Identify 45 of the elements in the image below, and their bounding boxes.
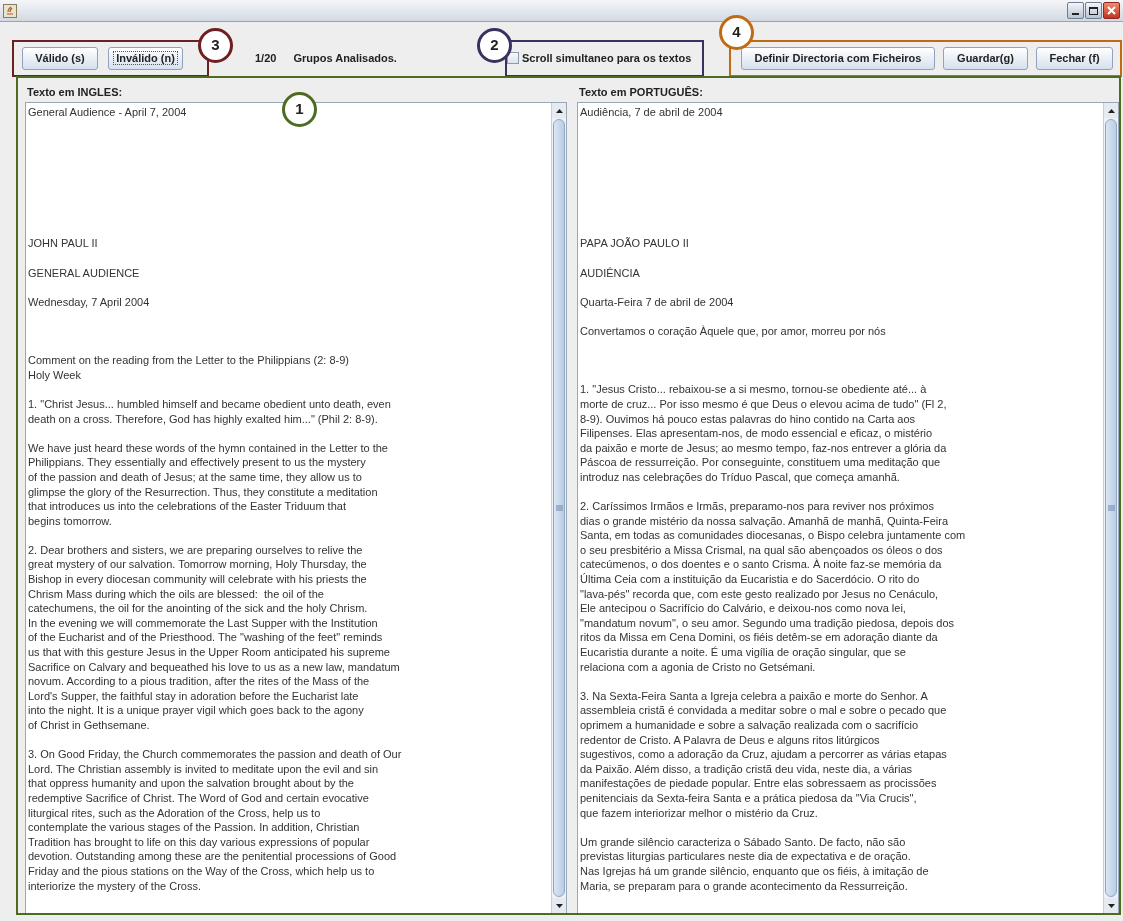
text-paragraph: Um grande silêncio caracteriza o Sábado Santo. De facto, não são previstas liturgias particulares neste dia de expectativa e de oração. Nas Igrejas há um grande silêncio, enquanto que os fiéis, à imitação de Maria, se preparam para o grande acontecimento da Ressurreição. xyxy=(580,834,929,894)
group-counter: 1/20 xyxy=(255,50,277,66)
panel-title: Texto em PORTUGUÊS: xyxy=(578,85,704,100)
minimize-button[interactable] xyxy=(1067,2,1084,19)
scrollbar[interactable] xyxy=(1103,103,1118,913)
text-paragraph: 1. "Jesus Cristo... rebaixou-se a si mesmo, tornou-se obediente até... à morte de cruz... Por isso mesmo é que Deus o elevou acima de tudo" (Fl 2, 8-9). Ouvimos há pouco estas palavras do hino contido na Carta aos Filipenses. Elas apresentam-nos, de modo essencial e eficaz, o mistério da paixão e morte de Jesus; ao mesmo tempo, faz-nos entrever a glória da Páscoa de ressurreição. Por conseguinte, constituem uma meditação que introduz nas celebrações do Tríduo Pascal, que começa amanhã. xyxy=(580,382,947,485)
text-paragraph: Audiência, 7 de abril de 2004 xyxy=(580,105,723,120)
panel-title: Texto em INGLES: xyxy=(26,85,124,100)
text-paragraph: Wednesday, 7 April 2004 xyxy=(28,294,150,310)
toolbar-button[interactable]: Fechar (f) xyxy=(1036,46,1113,70)
toolbar-button[interactable]: Guardar(g) xyxy=(943,46,1028,70)
text-paragraph: AUDIÊNCIA xyxy=(580,265,640,281)
close-icon xyxy=(1107,6,1116,15)
text-paragraph: We have just heard these words of the hymn contained in the Letter to the Philippians. They essentially and effectively present to us the mystery of the passion and death of Jesus; at the same time, they allow us to glimpse the glory of the Resurrection. Thus, they constitute a meditation that introduces us into the celebrations of the Easter Triduum that begins tomorrow. xyxy=(28,440,388,529)
text-paragraph: General Audience - April 7, 2004 xyxy=(28,105,187,120)
scroll-down-icon[interactable] xyxy=(1104,898,1118,913)
text-paragraph: GENERAL AUDIENCE xyxy=(28,265,140,281)
text-paragraph: 3. On Good Friday, the Church commemorates the passion and death of Our Lord. The Christian assembly is invited to meditate upon the evil and sin that oppress humanity and upon the salvation brought about by the redemptive Sacrifice of Christ. The Word of God and certain evocative liturgical rites, such as the Adoration of the Cross, help us to contemplate the various stages of the Passion. In addition, Christian Tradition has brought to life on this day various expressions of popular devotion. Outstanding among these are the penitential processions of Good Friday and the pious stations on the Way of the Cross, which help us to interiorize the mystery of the Cross. xyxy=(28,747,402,894)
toolbar-button[interactable]: Válido (s) xyxy=(22,46,98,70)
text-paragraph: Convertamos o coração Àquele que, por amor, morreu por nós xyxy=(580,323,886,339)
text-paragraph: PAPA JOÃO PAULO II xyxy=(580,236,689,251)
text-paragraph: 1. "Christ Jesus... humbled himself and became obedient unto death, even death on a cross. Therefore, God has highly exalted him..." (Phil 2: 8-9). xyxy=(28,396,391,427)
text-paragraph: 2. Caríssimos Irmãos e Irmãs, preparamo-nos para reviver nos próximos dias o grande mistério da nossa salvação. Amanhã de manhã, Quinta-Feira Santa, em todas as comunidades diocesanas, o Bispo celebra juntamente com o seu presbitério a Missa Crismal, na qual são abençoados os óleos o dos catecúmenos, o dos doentes e o santo Crisma. À noite faz-se memória da Última Ceia com a instituição da Eucaristia e do Sacerdócio. O rito do "lava-pés" recorda que, com este gesto realizado por Jesus no Cenáculo, Ele antecipou o Sacrifício do Calvário, e deixou-nos como nova lei, "mandatum novum", o seu amor. Segundo uma tradição piedosa, depois dos ritos da Missa em Cena Domini, os fiéis detêm-se em adoração diante da Eucaristia durante a noite. É uma vigília de oração singular, que se relaciona com a agonia de Cristo no Getsémani. xyxy=(580,499,966,675)
annotation-badge: 3 xyxy=(198,28,233,63)
text-paragraph: 2. Dear brothers and sisters, we are preparing ourselves to relive the great mystery of our salvation. Tomorrow morning, Holy Thursday, the Bishop in every diocesan community will celebrate with his priests the Chrism Mass during which the oils are blessed: the oil of the catechumens, the oil for the anointing of the sick and the holy Chrism. In the evening we will commemorate the Last Supper with the Institution of the Eucharist and of the Priesthood. The "washing of the feet" reminds us that with this gesture Jesus in the Upper Room anticipated his supreme Sacrifice on Calvary and bequeathed his love to us as a new law, mandatum novum. According to a pious tradition, after the rites of the Mass of the Lord's Supper, the faithful stay in adoration before the Eucharist late into the night. It is a unique prayer vigil which goes back to the agony of Christ in Gethsemane. xyxy=(28,542,400,733)
app-icon xyxy=(3,3,17,18)
close-button[interactable] xyxy=(1103,2,1120,19)
checkbox-label[interactable]: Scroll simultaneo para os textos xyxy=(521,49,692,67)
maximize-button[interactable] xyxy=(1085,2,1102,19)
scroll-thumb[interactable] xyxy=(1105,119,1117,897)
scroll-thumb[interactable] xyxy=(553,119,565,897)
text-paragraph: JOHN PAUL II xyxy=(28,236,98,251)
text-paragraph: Quarta-Feira 7 de abril de 2004 xyxy=(580,294,734,310)
scroll-down-icon[interactable] xyxy=(552,898,566,913)
scroll-up-icon[interactable] xyxy=(552,103,566,118)
annotation-badge: 2 xyxy=(477,28,512,63)
text-paragraph: Comment on the reading from the Letter to the Philippians (2: 8-9) Holy Week xyxy=(28,353,349,383)
toolbar-button[interactable]: Definir Directoria com Ficheiros xyxy=(741,46,935,70)
scrollbar[interactable] xyxy=(551,103,566,913)
text-area[interactable] xyxy=(577,102,1119,914)
scroll-up-icon[interactable] xyxy=(1104,103,1118,118)
toolbar-button[interactable]: Inválido (n) xyxy=(108,46,183,70)
text-paragraph: 3. Na Sexta-Feira Santa a Igreja celebra a paixão e morte do Senhor. A assembleia cristã é convidada a meditar sobre o mal e sobre o pecado que oprimem a humanidade e sobre a salvação realizada com o sacrifício redentor de Cristo. A Palavra de Deus e alguns ritos litúrgicos sugestivos, como a adoração da Cruz, ajudam a percorrer as várias etapas da Paixão. Além disso, a tradição cristã deu vida, neste dia, a várias manifestações de piedade popular. Entre elas sobressaem as procissões penitenciais da Sexta-feira Santa e a prática piedosa da "Via Crucis", que fazem interiorizar melhor o mistério da Cruz. xyxy=(580,688,947,821)
text-area[interactable] xyxy=(25,102,567,914)
counter-label: Grupos Analisados. xyxy=(293,50,397,66)
